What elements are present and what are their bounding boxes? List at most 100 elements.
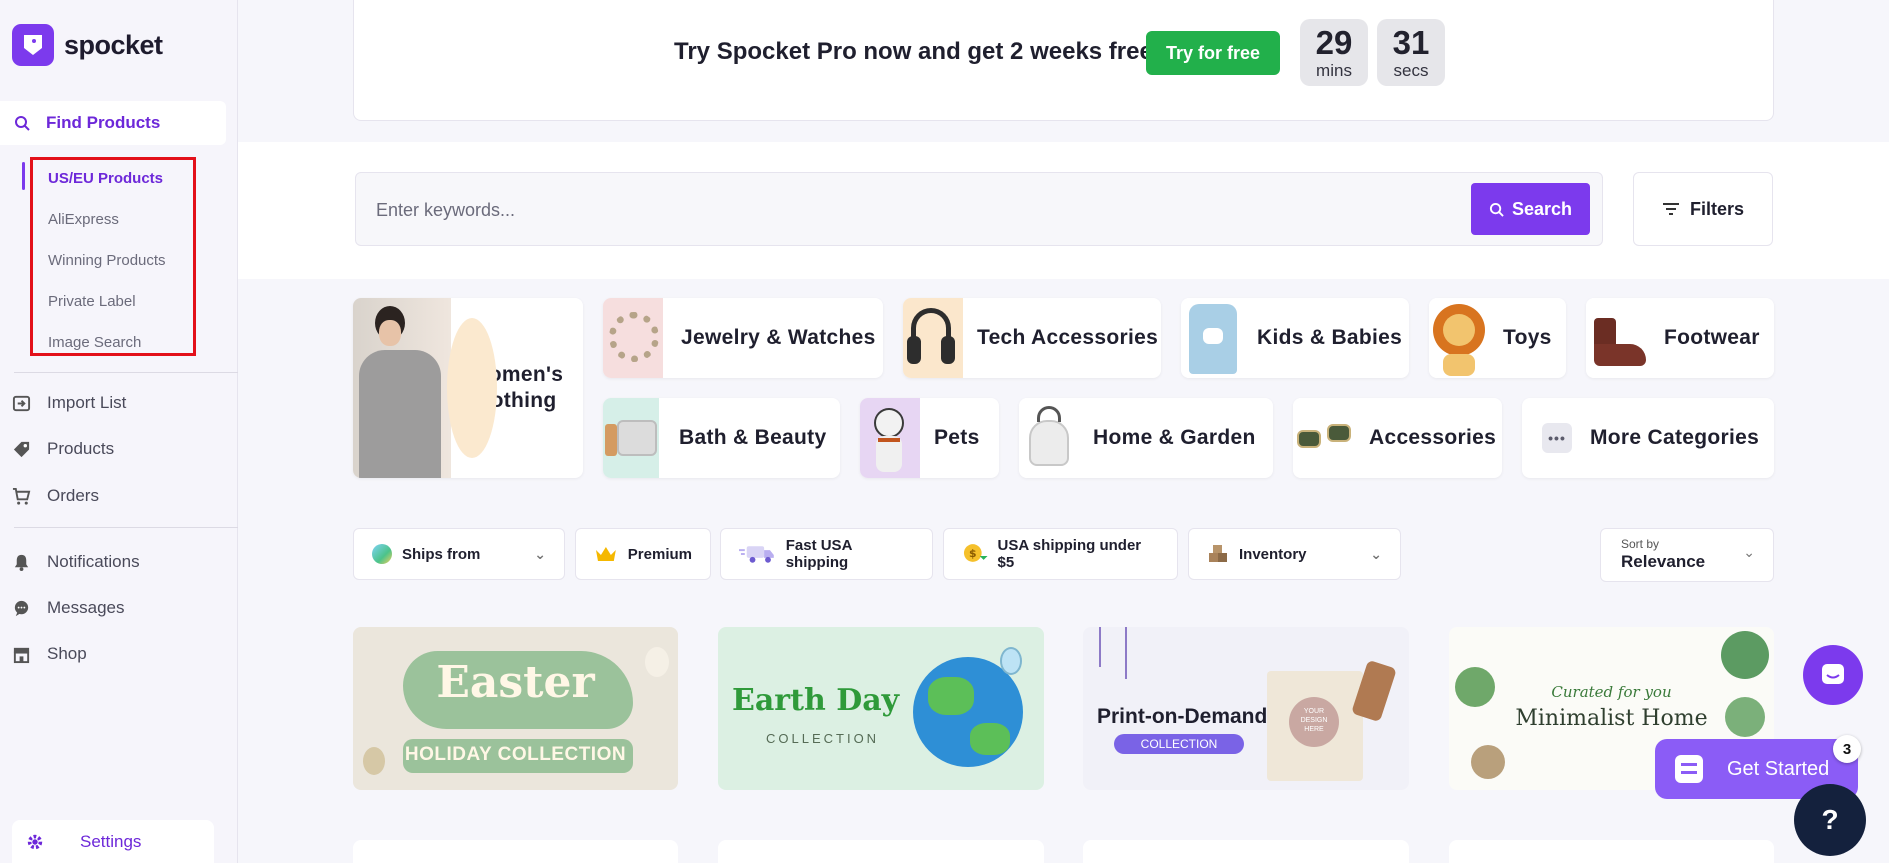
fast-usa-label: Fast USA shipping: [785, 537, 852, 571]
search-button[interactable]: Search: [1471, 183, 1590, 235]
import-list-icon: [12, 395, 31, 411]
chevron-down-icon: ⌄: [1743, 544, 1755, 560]
collection-card[interactable]: [1083, 840, 1409, 863]
nav-import-list[interactable]: Import List: [12, 387, 126, 419]
category-footwear[interactable]: Footwear: [1586, 298, 1774, 378]
earth-day-subtitle: COLLECTION: [766, 731, 880, 746]
nav-messages[interactable]: Messages: [12, 592, 124, 624]
inventory-label: Inventory: [1239, 545, 1307, 563]
category-label: Pets: [934, 426, 980, 449]
sidebar: spocket Find Products US/EU Products Ali…: [0, 0, 238, 863]
chat-icon: [1822, 664, 1844, 684]
collection-card[interactable]: [1449, 840, 1774, 863]
search-input[interactable]: [376, 195, 1376, 225]
search-button-label: Search: [1511, 198, 1573, 219]
category-womens-clothing[interactable]: Women's Clothing: [353, 298, 583, 478]
help-button[interactable]: ?: [1794, 784, 1866, 856]
timer-seconds-label: secs: [1393, 61, 1429, 80]
usa-under-5-label: USA shipping under $5: [997, 537, 1142, 571]
ships-from-dropdown[interactable]: Ships from ⌄: [353, 528, 565, 580]
usa-shipping-under-5-filter[interactable]: $ USA shipping under $5: [943, 528, 1178, 580]
globe-icon: [372, 544, 392, 564]
try-for-free-button[interactable]: Try for free: [1146, 31, 1280, 75]
nav-shop[interactable]: Shop: [12, 638, 87, 670]
boot-image: [1586, 298, 1648, 378]
chevron-down-icon: ⌄: [1370, 545, 1382, 562]
inventory-dropdown[interactable]: Inventory ⌄: [1188, 528, 1401, 580]
onesie-image: [1181, 298, 1243, 378]
sunglasses-image: [1293, 398, 1357, 478]
pod-title: Print-on-Demand: [1097, 705, 1268, 728]
category-label: Tech Accessories: [977, 326, 1159, 349]
ships-from-label: Ships from: [402, 545, 481, 563]
bell-icon: [14, 554, 29, 571]
boxes-icon: [1209, 545, 1227, 562]
search-icon: [15, 116, 30, 131]
brand-name: spocket: [64, 29, 163, 60]
collection-card[interactable]: [718, 840, 1044, 863]
category-label: Accessories: [1369, 426, 1497, 449]
category-bath-beauty[interactable]: Bath & Beauty: [603, 398, 840, 478]
nav-orders[interactable]: Orders: [12, 480, 99, 512]
nav-label: Messages: [47, 598, 125, 617]
nav-label: Import List: [47, 393, 127, 412]
checklist-icon: [1675, 755, 1703, 783]
filter-icon: [1662, 203, 1679, 215]
filters-button[interactable]: Filters: [1633, 172, 1773, 246]
nav-notifications[interactable]: Notifications: [12, 546, 140, 578]
category-tech-accessories[interactable]: Tech Accessories: [903, 298, 1161, 378]
category-kids-babies[interactable]: Kids & Babies: [1181, 298, 1409, 378]
more-dots-icon: •••: [1542, 423, 1572, 453]
settings-label: Settings: [80, 831, 142, 851]
coin-icon: $: [963, 544, 988, 562]
pod-bag-text: YOUR DESIGN HERE: [1300, 708, 1328, 733]
earth-day-collection-card[interactable]: Earth Day COLLECTION: [718, 627, 1044, 790]
category-jewelry-watches[interactable]: Jewelry & Watches: [603, 298, 883, 378]
filters-label: Filters: [1689, 198, 1745, 219]
cart-icon: [12, 487, 31, 505]
nav-label: Shop: [47, 644, 87, 663]
category-toys[interactable]: Toys: [1429, 298, 1566, 378]
find-products-nav[interactable]: Find Products: [0, 101, 226, 145]
timer-minutes-value: 29: [1315, 24, 1353, 61]
logo[interactable]: spocket: [12, 24, 163, 66]
sort-value: Relevance: [1621, 552, 1706, 571]
category-label: Bath & Beauty: [679, 426, 827, 449]
settings-nav[interactable]: Settings: [12, 820, 214, 863]
find-products-label: Find Products: [46, 113, 161, 132]
delivery-truck-icon: [739, 546, 774, 563]
print-on-demand-collection-card[interactable]: Print-on-Demand COLLECTION YOUR DESIGN H…: [1083, 627, 1409, 790]
candle-image: [603, 398, 659, 478]
category-label: More Categories: [1590, 426, 1760, 449]
promo-text: Try Spocket Pro now and get 2 weeks free…: [674, 38, 1161, 65]
easter-collection-card[interactable]: Easter HOLIDAY COLLECTION: [353, 627, 678, 790]
category-accessories[interactable]: Accessories: [1293, 398, 1502, 478]
earth-day-title: Earth Day: [732, 683, 900, 718]
svg-text:$: $: [969, 547, 977, 560]
category-label: Jewelry & Watches: [681, 326, 876, 349]
search-icon: [1489, 202, 1504, 217]
sort-dropdown[interactable]: Sort by Relevance ⌄: [1600, 528, 1774, 582]
headphones-image: [903, 298, 963, 378]
spocket-logo-icon: [12, 24, 54, 66]
promo-banner: Try Spocket Pro now and get 2 weeks free…: [353, 0, 1774, 121]
premium-filter[interactable]: Premium: [575, 528, 711, 580]
timer-minutes: 29 mins: [1300, 19, 1368, 86]
category-pets[interactable]: Pets: [860, 398, 999, 478]
fast-usa-shipping-filter[interactable]: Fast USA shipping: [720, 528, 933, 580]
divider: [14, 372, 238, 373]
nav-label: Products: [47, 439, 115, 458]
highlight-box: [30, 157, 196, 356]
collection-card[interactable]: [353, 840, 678, 863]
category-more-categories[interactable]: ••• More Categories: [1522, 398, 1774, 478]
timer-minutes-label: mins: [1316, 61, 1352, 80]
chevron-down-icon: ⌄: [534, 545, 546, 562]
chat-button[interactable]: [1803, 645, 1863, 705]
category-home-garden[interactable]: Home & Garden: [1019, 398, 1273, 478]
nav-label: Orders: [47, 486, 99, 505]
sort-by-label: Sort by: [1621, 537, 1660, 551]
nav-products[interactable]: Products: [12, 433, 114, 465]
get-started-label: Get Started: [1727, 757, 1830, 780]
womens-clothing-image: [353, 298, 497, 478]
timer-seconds: 31 secs: [1377, 19, 1445, 86]
